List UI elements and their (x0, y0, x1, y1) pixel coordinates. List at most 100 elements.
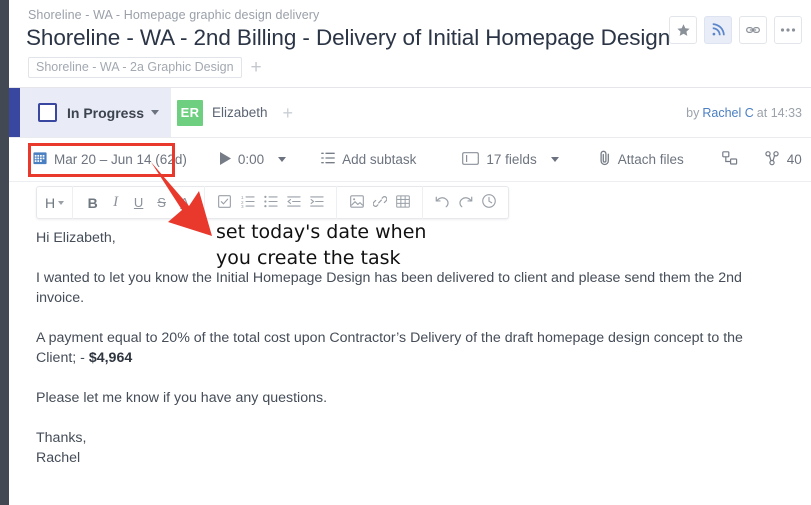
insert-image-button[interactable] (345, 191, 368, 214)
follow-button[interactable] (704, 16, 732, 44)
status-label: In Progress (67, 104, 145, 121)
heading-dropdown[interactable]: H (45, 194, 65, 211)
checkbox-icon (218, 194, 232, 211)
avatar[interactable]: ER (177, 99, 203, 126)
more-icon (780, 27, 796, 33)
play-icon (219, 151, 231, 168)
attach-files-button[interactable]: Attach files (599, 150, 684, 169)
clock-icon (481, 194, 496, 211)
timer-button[interactable]: 0:00 (219, 151, 287, 168)
toolbar-group-heading: H (37, 187, 72, 218)
indent-button[interactable] (305, 191, 328, 214)
dependencies-button[interactable] (721, 150, 738, 169)
text-color-button[interactable]: A (173, 191, 196, 214)
date-range-label: Mar 20 – Jun 14 (62d) (54, 152, 187, 167)
undo-icon (435, 195, 450, 211)
header-actions (669, 16, 802, 44)
date-range-button[interactable]: Mar 20 – Jun 14 (62d) (33, 151, 187, 168)
byline-prefix: by (686, 105, 700, 120)
italic-button[interactable]: I (104, 191, 127, 214)
image-icon (349, 194, 364, 211)
heading-label: H (45, 194, 56, 211)
numbered-list-icon: 1 2 3 (241, 195, 255, 211)
outdent-icon (286, 195, 301, 211)
insert-link-button[interactable] (368, 191, 391, 214)
body-signature: Rachel (36, 450, 81, 466)
status-selector[interactable]: In Progress (9, 88, 171, 137)
chevron-down-icon (550, 157, 559, 162)
add-assignee-button[interactable]: + (283, 104, 294, 122)
meta-toolbar: Mar 20 – Jun 14 (62d) 0:00 Add subtask 1… (9, 138, 811, 182)
toolbar-group-lists: 1 2 3 (205, 187, 336, 218)
indent-icon (309, 195, 324, 211)
bold-button[interactable]: B (81, 191, 104, 214)
status-accent-bar (9, 88, 20, 137)
add-tag-button[interactable]: + (251, 58, 262, 77)
body-paragraph-3: Please let me know if you have any quest… (36, 390, 328, 406)
chevron-down-icon (151, 110, 160, 115)
outdent-button[interactable] (282, 191, 305, 214)
status-bar: In Progress ER Elizabeth + by Rachel C a… (9, 88, 811, 138)
fields-icon (462, 151, 480, 168)
subtask-list-icon (321, 152, 335, 167)
copy-link-button[interactable] (739, 16, 767, 44)
add-subtask-label: Add subtask (342, 152, 417, 167)
paperclip-icon (599, 150, 611, 169)
assignee-name[interactable]: Elizabeth (212, 105, 268, 120)
toolbar-group-format: B I U S A (73, 187, 204, 218)
star-button[interactable] (669, 16, 697, 44)
page-title: Shoreline - WA - 2nd Billing - Delivery … (26, 25, 671, 50)
chevron-down-icon (278, 157, 287, 162)
link-icon (745, 22, 761, 38)
body-paragraph-2-text: A payment equal to 20% of the total cost… (36, 330, 743, 366)
timer-label: 0:00 (237, 152, 265, 167)
editor-toolbar: H B I U S A 1 2 3 (36, 186, 510, 219)
table-icon (395, 194, 410, 211)
byline-middle: at (756, 105, 768, 120)
toolbar-group-insert (337, 187, 422, 218)
strikethrough-button[interactable]: S (150, 191, 173, 214)
byline-author-link[interactable]: Rachel C (702, 106, 753, 120)
underline-button[interactable]: U (127, 191, 150, 214)
byline-time: 14:33 (770, 105, 802, 120)
fields-button[interactable]: 17 fields (462, 151, 559, 168)
toolbar-group-history (423, 187, 508, 218)
assignee-area: ER Elizabeth + (177, 88, 293, 137)
add-subtask-button[interactable]: Add subtask (321, 152, 416, 167)
body-signoff: Thanks, (36, 430, 87, 446)
rss-icon (711, 23, 725, 37)
payment-amount: $4,964 (88, 350, 133, 366)
project-tag-chip[interactable]: Shoreline - WA - 2a Graphic Design (28, 57, 242, 78)
task-detail-page: Shoreline - WA - Homepage graphic design… (0, 0, 811, 505)
star-icon (676, 23, 691, 38)
bullet-list-button[interactable] (259, 191, 282, 214)
redo-button[interactable] (454, 191, 477, 214)
status-checkbox[interactable] (38, 103, 57, 122)
body-paragraph-2: A payment equal to 20% of the total cost… (36, 328, 781, 368)
bullet-list-icon (263, 195, 278, 211)
calendar-icon (33, 151, 47, 168)
more-options-button[interactable] (774, 16, 802, 44)
share-count: 40 (786, 152, 802, 167)
undo-button[interactable] (431, 191, 454, 214)
checklist-button[interactable] (213, 191, 236, 214)
byline: by Rachel C at 14:33 (686, 88, 802, 137)
tag-row: Shoreline - WA - 2a Graphic Design + (28, 57, 262, 78)
insert-table-button[interactable] (391, 191, 414, 214)
task-description-body[interactable]: Hi Elizabeth, I wanted to let you know t… (36, 228, 781, 488)
app-left-rail (0, 0, 9, 505)
attach-files-label: Attach files (617, 152, 684, 167)
page-header: Shoreline - WA - Homepage graphic design… (9, 0, 811, 88)
redo-icon (458, 195, 473, 211)
body-paragraph-1: I wanted to let you know the Initial Hom… (36, 270, 742, 306)
history-button[interactable] (477, 191, 500, 214)
ordered-list-button[interactable]: 1 2 3 (236, 191, 259, 214)
chevron-down-icon (58, 200, 65, 205)
svg-text:3: 3 (241, 203, 244, 207)
dependency-icon (721, 150, 738, 169)
share-button[interactable]: 40 (764, 150, 802, 169)
link-icon (372, 195, 388, 211)
share-icon (764, 150, 780, 169)
body-greeting: Hi Elizabeth, (36, 230, 116, 246)
breadcrumb[interactable]: Shoreline - WA - Homepage graphic design… (28, 8, 319, 22)
